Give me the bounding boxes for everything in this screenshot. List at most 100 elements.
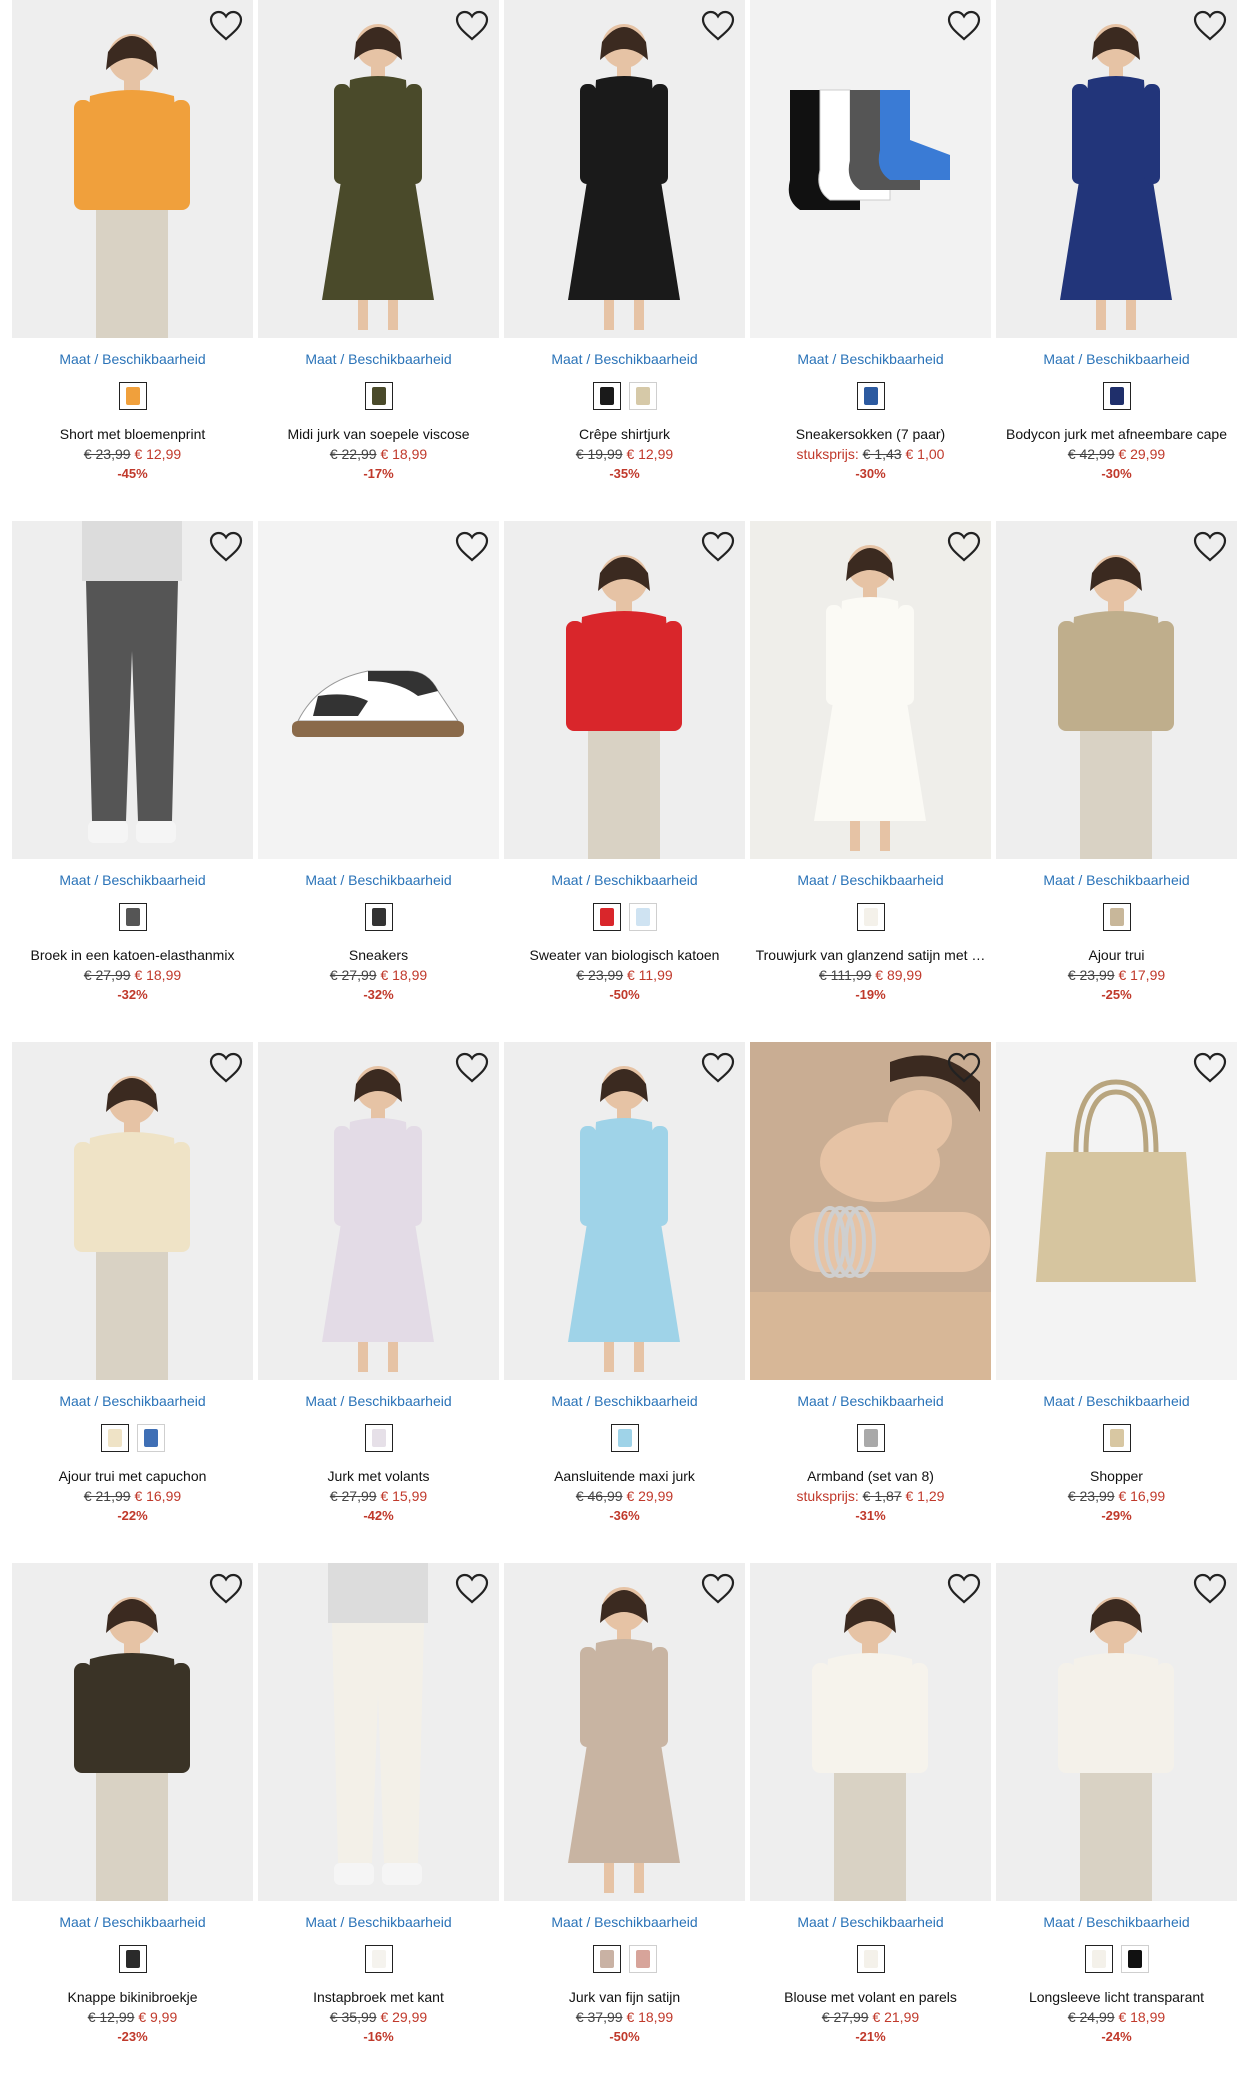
color-swatch[interactable]: [118, 903, 147, 931]
size-availability-link[interactable]: Maat / Beschikbaarheid: [996, 871, 1237, 889]
color-swatch[interactable]: [856, 1424, 885, 1452]
product-card[interactable]: Maat / Beschikbaarheid Blouse met volant…: [750, 1563, 991, 2084]
size-availability-link[interactable]: Maat / Beschikbaarheid: [258, 1392, 499, 1410]
product-name[interactable]: Knappe bikinibroekje: [12, 1987, 253, 2007]
product-image[interactable]: [750, 521, 991, 859]
heart-outline-icon[interactable]: [947, 10, 981, 42]
product-card[interactable]: Maat / Beschikbaarheid Crêpe shirtjurk €…: [504, 0, 745, 521]
size-availability-link[interactable]: Maat / Beschikbaarheid: [258, 871, 499, 889]
color-swatch[interactable]: [364, 382, 393, 410]
heart-outline-icon[interactable]: [209, 10, 243, 42]
color-swatch[interactable]: [118, 1945, 147, 1973]
size-availability-link[interactable]: Maat / Beschikbaarheid: [504, 1392, 745, 1410]
heart-outline-icon[interactable]: [701, 531, 735, 563]
color-swatch[interactable]: [628, 382, 657, 410]
heart-outline-icon[interactable]: [947, 1052, 981, 1084]
size-availability-link[interactable]: Maat / Beschikbaarheid: [996, 1392, 1237, 1410]
color-swatch[interactable]: [592, 903, 621, 931]
heart-outline-icon[interactable]: [209, 531, 243, 563]
color-swatch[interactable]: [628, 903, 657, 931]
size-availability-link[interactable]: Maat / Beschikbaarheid: [258, 350, 499, 368]
color-swatch[interactable]: [1084, 1945, 1113, 1973]
product-image[interactable]: [12, 521, 253, 859]
product-image[interactable]: [996, 1042, 1237, 1380]
product-name[interactable]: Sneakersokken (7 paar): [750, 424, 991, 444]
size-availability-link[interactable]: Maat / Beschikbaarheid: [750, 1392, 991, 1410]
color-swatch[interactable]: [610, 1424, 639, 1452]
product-name[interactable]: Armband (set van 8): [750, 1466, 991, 1486]
product-image[interactable]: [504, 1563, 745, 1901]
product-name[interactable]: Sweater van biologisch katoen: [504, 945, 745, 965]
size-availability-link[interactable]: Maat / Beschikbaarheid: [504, 350, 745, 368]
product-card[interactable]: Maat / Beschikbaarheid Short met bloemen…: [12, 0, 253, 521]
product-card[interactable]: Maat / Beschikbaarheid Instapbroek met k…: [258, 1563, 499, 2084]
product-image[interactable]: [996, 521, 1237, 859]
product-name[interactable]: Sneakers: [258, 945, 499, 965]
product-image[interactable]: [12, 1042, 253, 1380]
heart-outline-icon[interactable]: [455, 1573, 489, 1605]
product-name[interactable]: Instapbroek met kant: [258, 1987, 499, 2007]
color-swatch[interactable]: [364, 1945, 393, 1973]
color-swatch[interactable]: [136, 1424, 165, 1452]
product-card[interactable]: Maat / Beschikbaarheid Ajour trui € 23,9…: [996, 521, 1237, 1042]
color-swatch[interactable]: [100, 1424, 129, 1452]
product-card[interactable]: Maat / Beschikbaarheid Aansluitende maxi…: [504, 1042, 745, 1563]
product-name[interactable]: Broek in een katoen-elasthanmix: [12, 945, 253, 965]
size-availability-link[interactable]: Maat / Beschikbaarheid: [12, 1392, 253, 1410]
size-availability-link[interactable]: Maat / Beschikbaarheid: [12, 871, 253, 889]
heart-outline-icon[interactable]: [455, 10, 489, 42]
size-availability-link[interactable]: Maat / Beschikbaarheid: [12, 1913, 253, 1931]
color-swatch[interactable]: [592, 1945, 621, 1973]
product-name[interactable]: Shopper: [996, 1466, 1237, 1486]
heart-outline-icon[interactable]: [1193, 10, 1227, 42]
product-name[interactable]: Crêpe shirtjurk: [504, 424, 745, 444]
color-swatch[interactable]: [856, 1945, 885, 1973]
color-swatch[interactable]: [856, 903, 885, 931]
product-card[interactable]: Maat / Beschikbaarheid Jurk van fijn sat…: [504, 1563, 745, 2084]
product-card[interactable]: Maat / Beschikbaarheid Shopper € 23,99 €…: [996, 1042, 1237, 1563]
product-name[interactable]: Jurk van fijn satijn: [504, 1987, 745, 2007]
product-card[interactable]: Maat / Beschikbaarheid Midi jurk van soe…: [258, 0, 499, 521]
size-availability-link[interactable]: Maat / Beschikbaarheid: [504, 1913, 745, 1931]
product-image[interactable]: [12, 1563, 253, 1901]
product-card[interactable]: Maat / Beschikbaarheid Longsleeve licht …: [996, 1563, 1237, 2084]
color-swatch[interactable]: [592, 382, 621, 410]
product-name[interactable]: Trouwjurk van glanzend satijn met …: [750, 945, 991, 965]
product-name[interactable]: Midi jurk van soepele viscose: [258, 424, 499, 444]
product-name[interactable]: Ajour trui met capuchon: [12, 1466, 253, 1486]
heart-outline-icon[interactable]: [1193, 531, 1227, 563]
product-card[interactable]: Maat / Beschikbaarheid Broek in een kato…: [12, 521, 253, 1042]
product-card[interactable]: Maat / Beschikbaarheid Trouwjurk van gla…: [750, 521, 991, 1042]
product-name[interactable]: Blouse met volant en parels: [750, 1987, 991, 2007]
product-image[interactable]: [258, 1042, 499, 1380]
product-card[interactable]: Maat / Beschikbaarheid Armband (set van …: [750, 1042, 991, 1563]
color-swatch[interactable]: [364, 1424, 393, 1452]
product-card[interactable]: Maat / Beschikbaarheid Sneakers € 27,99 …: [258, 521, 499, 1042]
product-card[interactable]: Maat / Beschikbaarheid Sweater van biolo…: [504, 521, 745, 1042]
heart-outline-icon[interactable]: [701, 1052, 735, 1084]
product-image[interactable]: [258, 0, 499, 338]
color-swatch[interactable]: [1102, 1424, 1131, 1452]
heart-outline-icon[interactable]: [209, 1573, 243, 1605]
heart-outline-icon[interactable]: [455, 531, 489, 563]
color-swatch[interactable]: [1102, 382, 1131, 410]
color-swatch[interactable]: [364, 903, 393, 931]
size-availability-link[interactable]: Maat / Beschikbaarheid: [750, 871, 991, 889]
product-image[interactable]: [996, 0, 1237, 338]
heart-outline-icon[interactable]: [1193, 1052, 1227, 1084]
product-name[interactable]: Longsleeve licht transparant: [996, 1987, 1237, 2007]
heart-outline-icon[interactable]: [947, 531, 981, 563]
product-image[interactable]: [750, 0, 991, 338]
product-image[interactable]: [750, 1563, 991, 1901]
product-card[interactable]: Maat / Beschikbaarheid Ajour trui met ca…: [12, 1042, 253, 1563]
color-swatch[interactable]: [856, 382, 885, 410]
product-card[interactable]: Maat / Beschikbaarheid Bodycon jurk met …: [996, 0, 1237, 521]
product-image[interactable]: [750, 1042, 991, 1380]
product-name[interactable]: Ajour trui: [996, 945, 1237, 965]
heart-outline-icon[interactable]: [455, 1052, 489, 1084]
product-name[interactable]: Short met bloemenprint: [12, 424, 253, 444]
heart-outline-icon[interactable]: [947, 1573, 981, 1605]
product-card[interactable]: Maat / Beschikbaarheid Jurk met volants …: [258, 1042, 499, 1563]
heart-outline-icon[interactable]: [701, 1573, 735, 1605]
heart-outline-icon[interactable]: [1193, 1573, 1227, 1605]
